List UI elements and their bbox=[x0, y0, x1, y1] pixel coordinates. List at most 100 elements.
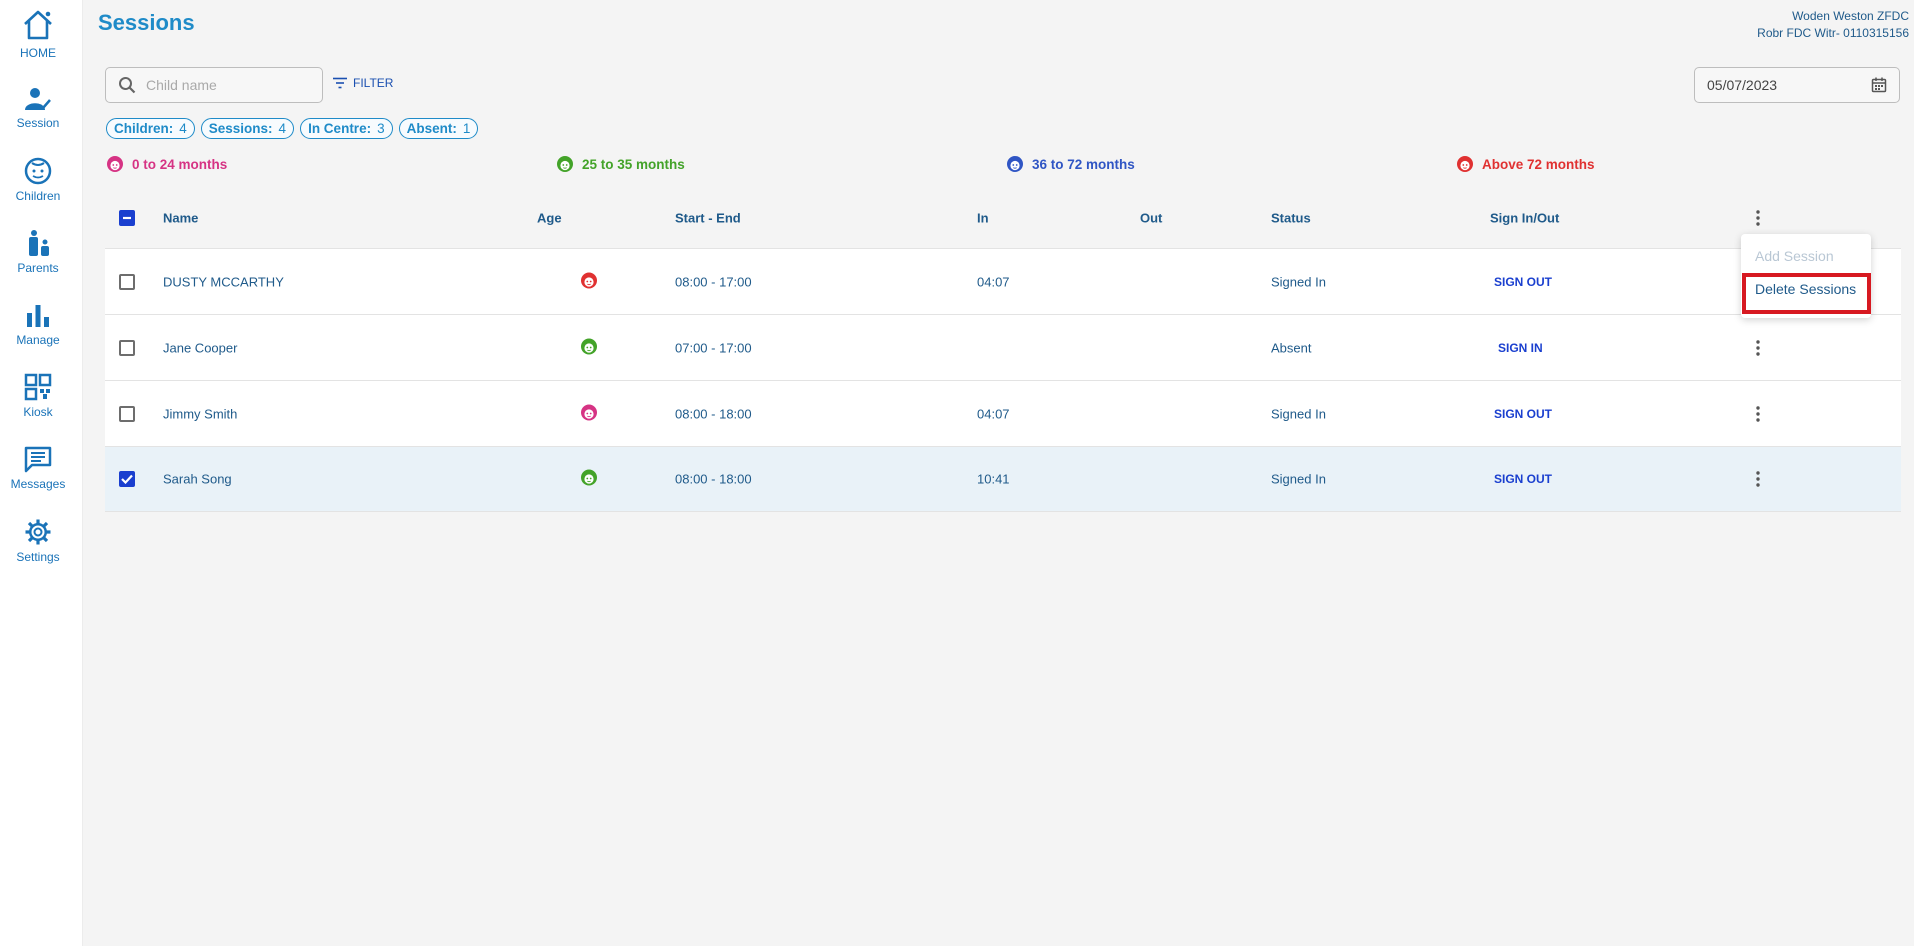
gear-icon bbox=[25, 519, 51, 545]
org-name: Woden Weston ZFDC bbox=[1792, 9, 1909, 23]
chip-in-centre: In Centre: 3 bbox=[300, 118, 393, 139]
table-row[interactable]: Sarah Song 08:00 - 18:00 10:41 Signed In… bbox=[105, 446, 1901, 512]
in-time: 10:41 bbox=[977, 471, 1010, 487]
table-row[interactable]: DUSTY MCCARTHY 08:00 - 17:00 04:07 Signe… bbox=[105, 248, 1901, 314]
parents-icon bbox=[29, 230, 49, 256]
legend-0-24: 0 to 24 months bbox=[106, 155, 227, 173]
col-status[interactable]: Status bbox=[1271, 211, 1311, 226]
col-name[interactable]: Name bbox=[163, 211, 198, 226]
chip-value: 4 bbox=[179, 121, 187, 136]
bar-chart-icon bbox=[27, 305, 49, 327]
chip-absent: Absent: 1 bbox=[398, 118, 479, 139]
legend-36-72: 36 to 72 months bbox=[1006, 155, 1135, 173]
row-checkbox[interactable] bbox=[119, 339, 135, 356]
org-id: Robr FDC Witr- 0110315156 bbox=[1757, 26, 1909, 40]
legend-label: Above 72 months bbox=[1482, 156, 1595, 172]
status-text: Signed In bbox=[1271, 274, 1326, 289]
home-icon bbox=[24, 10, 52, 40]
sidebar-item-label: Messages bbox=[10, 477, 66, 491]
sign-in-button[interactable]: SIGN IN bbox=[1498, 341, 1543, 355]
header-more-icon[interactable] bbox=[1748, 208, 1768, 228]
sidebar-item-label: Kiosk bbox=[23, 405, 53, 419]
search-icon bbox=[119, 77, 136, 94]
col-age[interactable]: Age bbox=[537, 211, 562, 226]
session-time: 08:00 - 17:00 bbox=[675, 274, 752, 289]
chip-label: Children: bbox=[114, 121, 174, 136]
calendar-icon bbox=[1871, 77, 1887, 93]
child-name: Sarah Song bbox=[163, 471, 232, 487]
age-group-icon bbox=[580, 271, 598, 292]
legend-label: 25 to 35 months bbox=[582, 156, 685, 172]
sidebar-item-label: Settings bbox=[16, 550, 60, 564]
table-row[interactable]: Jane Cooper 07:00 - 17:00 Absent SIGN IN bbox=[105, 314, 1901, 380]
legend-label: 36 to 72 months bbox=[1032, 156, 1135, 172]
row-checkbox[interactable] bbox=[119, 405, 135, 422]
sign-out-button[interactable]: SIGN OUT bbox=[1494, 275, 1552, 289]
select-all-checkbox[interactable] bbox=[119, 210, 135, 226]
date-value: 05/07/2023 bbox=[1707, 77, 1778, 93]
chip-value: 4 bbox=[278, 121, 287, 136]
row-more-icon[interactable] bbox=[1748, 338, 1768, 358]
child-name: DUSTY MCCARTHY bbox=[163, 274, 284, 289]
child-name-input[interactable] bbox=[146, 77, 306, 93]
sidebar-item-session[interactable]: Session bbox=[0, 86, 76, 130]
col-out[interactable]: Out bbox=[1140, 211, 1162, 226]
qr-code-icon bbox=[24, 373, 52, 401]
age-group-icon bbox=[580, 403, 598, 424]
chip-value: 3 bbox=[377, 121, 385, 136]
chip-value: 1 bbox=[462, 121, 471, 136]
filter-label: FILTER bbox=[353, 76, 394, 90]
sign-out-button[interactable]: SIGN OUT bbox=[1494, 472, 1552, 486]
age-group-icon bbox=[580, 337, 598, 358]
chip-label: In Centre: bbox=[308, 121, 372, 136]
sidebar-item-label: Children bbox=[15, 189, 61, 203]
in-time: 04:07 bbox=[977, 274, 1010, 289]
session-time: 07:00 - 17:00 bbox=[675, 340, 752, 355]
age-group-icon bbox=[580, 469, 598, 490]
child-name: Jane Cooper bbox=[163, 340, 238, 355]
chip-sessions: Sessions: 4 bbox=[200, 118, 295, 139]
filter-button[interactable]: FILTER bbox=[333, 76, 393, 90]
sidebar-item-kiosk[interactable]: Kiosk bbox=[0, 373, 76, 419]
session-time: 08:00 - 18:00 bbox=[675, 406, 752, 421]
sidebar-item-messages[interactable]: Messages bbox=[0, 445, 76, 491]
table-header: Name Age Start - End In Out Status Sign … bbox=[105, 188, 1901, 248]
add-session-menu-item[interactable]: Add Session bbox=[1741, 248, 1871, 264]
highlight-box bbox=[1742, 273, 1871, 314]
sidebar-item-settings[interactable]: Settings bbox=[0, 518, 76, 564]
chip-label: Absent: bbox=[406, 121, 457, 136]
session-time: 08:00 - 18:00 bbox=[675, 471, 752, 487]
chip-children: Children: 4 bbox=[106, 118, 195, 139]
row-more-icon[interactable] bbox=[1748, 469, 1768, 489]
row-checkbox[interactable] bbox=[119, 273, 135, 290]
in-time: 04:07 bbox=[977, 406, 1010, 421]
sidebar-item-home[interactable]: HOME bbox=[0, 8, 76, 60]
sidebar-item-children[interactable]: Children bbox=[0, 157, 76, 203]
col-in[interactable]: In bbox=[977, 211, 989, 226]
status-text: Absent bbox=[1271, 340, 1312, 355]
legend-label: 0 to 24 months bbox=[132, 156, 228, 172]
page-title: Sessions bbox=[98, 10, 195, 35]
sidebar-item-label: Parents bbox=[17, 261, 59, 275]
search-box[interactable] bbox=[105, 67, 323, 103]
sidebar-item-manage[interactable]: Manage bbox=[0, 301, 76, 347]
row-more-icon[interactable] bbox=[1748, 404, 1768, 424]
status-text: Signed In bbox=[1271, 406, 1326, 421]
sidebar-item-label: HOME bbox=[20, 46, 56, 60]
table-row[interactable]: Jimmy Smith 08:00 - 18:00 04:07 Signed I… bbox=[105, 380, 1901, 446]
children-icon bbox=[24, 157, 52, 185]
date-picker[interactable]: 05/07/2023 bbox=[1694, 67, 1900, 103]
row-checkbox[interactable] bbox=[119, 471, 135, 487]
legend-above-72: Above 72 months bbox=[1456, 155, 1595, 173]
chip-label: Sessions: bbox=[208, 121, 273, 136]
org-info: Woden Weston ZFDC Robr FDC Witr- 0110315… bbox=[1757, 8, 1909, 42]
col-sign-in-out[interactable]: Sign In/Out bbox=[1490, 211, 1559, 226]
sidebar-item-label: Manage bbox=[16, 333, 60, 347]
col-start-end[interactable]: Start - End bbox=[675, 211, 741, 226]
legend-25-35: 25 to 35 months bbox=[556, 155, 685, 173]
sessions-table: Name Age Start - End In Out Status Sign … bbox=[105, 188, 1901, 512]
sign-out-button[interactable]: SIGN OUT bbox=[1494, 407, 1552, 421]
sidebar-item-parents[interactable]: Parents bbox=[0, 229, 76, 275]
status-text: Signed In bbox=[1271, 471, 1326, 487]
filter-icon bbox=[333, 77, 347, 89]
